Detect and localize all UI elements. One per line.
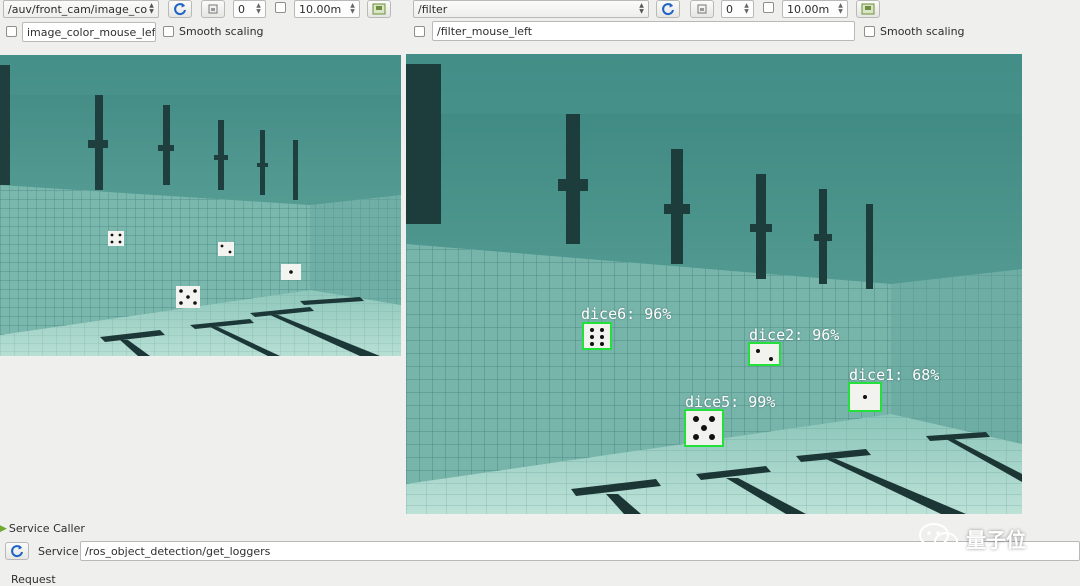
- left-interval-spinbox[interactable]: 10.00m ▲ ▼: [294, 0, 360, 18]
- right-refresh-button[interactable]: [656, 0, 680, 18]
- spin-arrows-icon: ▲ ▼: [350, 2, 355, 15]
- left-topic-combo[interactable]: /auv/front_cam/image_colo ▲ ▼: [3, 0, 159, 18]
- spin-arrows-icon: ▲ ▼: [256, 2, 261, 15]
- left-save-button[interactable]: [367, 0, 391, 18]
- spin-arrows-icon: ▲ ▼: [744, 2, 749, 15]
- right-mouse-topic-input[interactable]: /filter_mouse_left: [432, 21, 855, 41]
- combo-arrows-icon: ▲ ▼: [639, 2, 644, 15]
- expand-arrow-icon: ▶: [0, 523, 7, 534]
- left-mouse-topic-input[interactable]: image_color_mouse_left: [22, 22, 156, 42]
- image-save-icon: [861, 3, 875, 15]
- refresh-icon: [11, 545, 23, 558]
- detection-box-dice5: [684, 409, 724, 447]
- request-label: Request: [11, 573, 56, 586]
- underwater-pool-image: [0, 55, 401, 356]
- right-interval-spinbox[interactable]: 10.00m ▲ ▼: [782, 0, 848, 18]
- detection-box-dice6: [582, 322, 612, 350]
- service-label: Service: [38, 545, 79, 558]
- right-filter-image[interactable]: dice6: 96% dice2: 96% dice1: 68% dice5: …: [406, 54, 1022, 514]
- combo-arrows-icon: ▲ ▼: [149, 2, 154, 15]
- right-mouse-publish-checkbox[interactable]: [414, 26, 425, 37]
- right-rotation-spinbox[interactable]: 0 ▲ ▼: [721, 0, 754, 18]
- left-spin-value: 0: [238, 2, 245, 16]
- right-mouse-topic-value: /filter_mouse_left: [437, 24, 533, 38]
- refresh-icon: [174, 3, 186, 16]
- service-refresh-button[interactable]: [5, 542, 29, 560]
- right-snapshot-button[interactable]: [690, 0, 714, 18]
- die-face: [850, 384, 880, 410]
- left-topic-value: /auv/front_cam/image_colo: [8, 2, 147, 16]
- watermark-text: 量子位: [966, 527, 1026, 552]
- left-mouse-publish-checkbox[interactable]: [6, 26, 17, 37]
- left-camera-image[interactable]: [0, 55, 401, 356]
- right-smooth-scaling-label: Smooth scaling: [880, 25, 965, 38]
- refresh-icon: [662, 3, 674, 16]
- right-spin-value: 0: [726, 2, 733, 16]
- detection-box-dice1: [848, 382, 882, 412]
- right-save-button[interactable]: [856, 0, 880, 18]
- service-caller-header[interactable]: ▶ Service Caller: [0, 522, 85, 535]
- right-smooth-scaling-checkbox[interactable]: [864, 26, 875, 37]
- left-smooth-scaling-checkbox[interactable]: [163, 26, 174, 37]
- left-smooth-scaling-label: Smooth scaling: [179, 25, 264, 38]
- left-snapshot-button[interactable]: [201, 0, 225, 18]
- left-rotation-spinbox[interactable]: 0 ▲ ▼: [233, 0, 266, 18]
- right-toolbar-checkbox[interactable]: [763, 2, 774, 13]
- die-face: [686, 411, 722, 445]
- die-face: [584, 324, 610, 348]
- left-interval-value: 10.00m: [299, 2, 342, 16]
- left-toolbar-checkbox[interactable]: [275, 2, 286, 13]
- watermark: 量子位: [918, 522, 1026, 554]
- save-image-icon: [208, 4, 218, 14]
- spin-arrows-icon: ▲ ▼: [838, 2, 843, 15]
- service-caller-title: Service Caller: [8, 522, 85, 535]
- left-mouse-topic-value: image_color_mouse_left: [27, 25, 156, 39]
- wechat-logo-icon: [919, 523, 958, 552]
- detection-box-dice2: [748, 342, 781, 366]
- detection-label: dice6: 96%: [581, 305, 672, 323]
- die-face: [750, 344, 779, 364]
- save-image-icon: [697, 4, 707, 14]
- left-refresh-button[interactable]: [168, 0, 192, 18]
- image-save-icon: [372, 3, 386, 15]
- right-interval-value: 10.00m: [787, 2, 830, 16]
- service-value: /ros_object_detection/get_loggers: [85, 544, 271, 558]
- right-topic-value: /filter: [418, 2, 448, 16]
- right-topic-combo[interactable]: /filter ▲ ▼: [413, 0, 649, 18]
